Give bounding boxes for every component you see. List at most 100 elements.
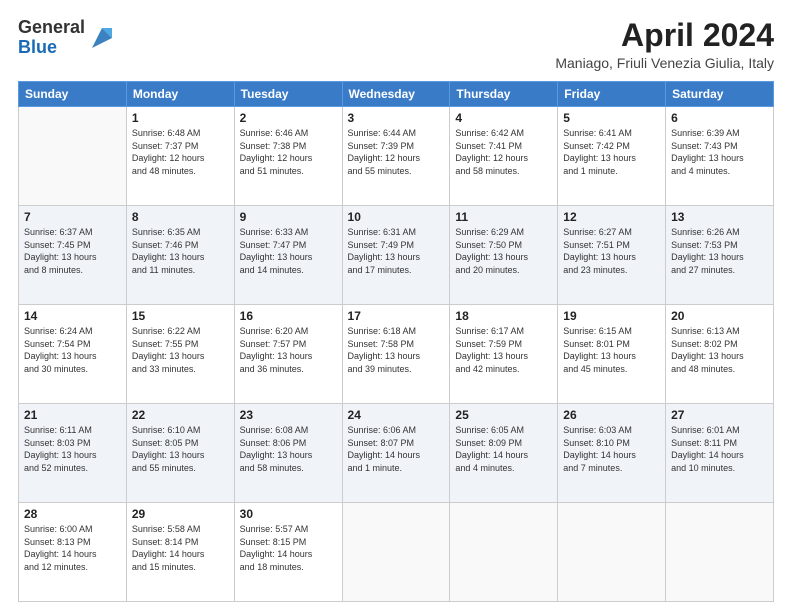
day-info: Sunrise: 6:06 AMSunset: 8:07 PMDaylight:… — [348, 424, 445, 474]
day-number: 30 — [240, 507, 337, 521]
day-number: 12 — [563, 210, 660, 224]
calendar-header-saturday: Saturday — [666, 82, 774, 107]
day-number: 15 — [132, 309, 229, 323]
day-info: Sunrise: 6:10 AMSunset: 8:05 PMDaylight:… — [132, 424, 229, 474]
calendar-day-cell — [19, 107, 127, 206]
day-number: 2 — [240, 111, 337, 125]
day-number: 13 — [671, 210, 768, 224]
day-info: Sunrise: 6:01 AMSunset: 8:11 PMDaylight:… — [671, 424, 768, 474]
logo: General Blue — [18, 18, 116, 58]
calendar-day-cell: 24 Sunrise: 6:06 AMSunset: 8:07 PMDayligh… — [342, 404, 450, 503]
day-info: Sunrise: 6:46 AMSunset: 7:38 PMDaylight:… — [240, 127, 337, 177]
day-info: Sunrise: 6:20 AMSunset: 7:57 PMDaylight:… — [240, 325, 337, 375]
calendar-day-cell: 4Sunrise: 6:42 AMSunset: 7:41 PMDaylight… — [450, 107, 558, 206]
location: Maniago, Friuli Venezia Giulia, Italy — [555, 55, 774, 71]
calendar-week-row: 1 Sunrise: 6:48 AMSunset: 7:37 PMDaylight… — [19, 107, 774, 206]
calendar-day-cell: 2 Sunrise: 6:46 AMSunset: 7:38 PMDaylight… — [234, 107, 342, 206]
calendar-day-cell: 18 Sunrise: 6:17 AMSunset: 7:59 PMDayligh… — [450, 305, 558, 404]
day-number: 28 — [24, 507, 121, 521]
month-title: April 2024 — [555, 18, 774, 53]
calendar-day-cell: 28 Sunrise: 6:00 AMSunset: 8:13 PMDayligh… — [19, 503, 127, 602]
calendar-week-row: 21 Sunrise: 6:11 AMSunset: 8:03 PMDayligh… — [19, 404, 774, 503]
calendar-day-cell: 26Sunrise: 6:03 AMSunset: 8:10 PMDayligh… — [558, 404, 666, 503]
calendar-day-cell: 20 Sunrise: 6:13 AMSunset: 8:02 PMDayligh… — [666, 305, 774, 404]
day-number: 10 — [348, 210, 445, 224]
day-info: Sunrise: 6:44 AMSunset: 7:39 PMDaylight:… — [348, 127, 445, 177]
day-number: 22 — [132, 408, 229, 422]
header: General Blue April 2024 Maniago, Friuli … — [18, 18, 774, 71]
calendar-day-cell: 27Sunrise: 6:01 AMSunset: 8:11 PMDayligh… — [666, 404, 774, 503]
day-number: 29 — [132, 507, 229, 521]
day-info: Sunrise: 6:24 AMSunset: 7:54 PMDaylight:… — [24, 325, 121, 375]
day-info: Sunrise: 6:00 AMSunset: 8:13 PMDaylight:… — [24, 523, 121, 573]
day-number: 5 — [563, 111, 660, 125]
day-info: Sunrise: 6:37 AMSunset: 7:45 PMDaylight:… — [24, 226, 121, 276]
calendar-day-cell: 5 Sunrise: 6:41 AMSunset: 7:42 PMDaylight… — [558, 107, 666, 206]
day-number: 6 — [671, 111, 768, 125]
calendar-day-cell: 14 Sunrise: 6:24 AMSunset: 7:54 PMDayligh… — [19, 305, 127, 404]
calendar-week-row: 28 Sunrise: 6:00 AMSunset: 8:13 PMDayligh… — [19, 503, 774, 602]
day-info: Sunrise: 5:58 AMSunset: 8:14 PMDaylight:… — [132, 523, 229, 573]
calendar-day-cell: 22 Sunrise: 6:10 AMSunset: 8:05 PMDayligh… — [126, 404, 234, 503]
day-info: Sunrise: 6:48 AMSunset: 7:37 PMDaylight:… — [132, 127, 229, 177]
calendar-header-tuesday: Tuesday — [234, 82, 342, 107]
day-number: 1 — [132, 111, 229, 125]
calendar-header-thursday: Thursday — [450, 82, 558, 107]
day-info: Sunrise: 6:03 AMSunset: 8:10 PMDaylight:… — [563, 424, 660, 474]
day-number: 20 — [671, 309, 768, 323]
day-number: 21 — [24, 408, 121, 422]
logo-icon — [88, 24, 116, 52]
calendar-day-cell: 3 Sunrise: 6:44 AMSunset: 7:39 PMDaylight… — [342, 107, 450, 206]
day-number: 11 — [455, 210, 552, 224]
day-info: Sunrise: 6:11 AMSunset: 8:03 PMDaylight:… — [24, 424, 121, 474]
calendar-day-cell — [450, 503, 558, 602]
calendar-day-cell: 9Sunrise: 6:33 AMSunset: 7:47 PMDaylight… — [234, 206, 342, 305]
calendar-header-monday: Monday — [126, 82, 234, 107]
calendar-header-friday: Friday — [558, 82, 666, 107]
day-info: Sunrise: 6:42 AMSunset: 7:41 PMDaylight:… — [455, 127, 552, 177]
calendar-day-cell: 12Sunrise: 6:27 AMSunset: 7:51 PMDayligh… — [558, 206, 666, 305]
day-info: Sunrise: 6:15 AMSunset: 8:01 PMDaylight:… — [563, 325, 660, 375]
day-number: 18 — [455, 309, 552, 323]
calendar-day-cell: 17Sunrise: 6:18 AMSunset: 7:58 PMDayligh… — [342, 305, 450, 404]
title-block: April 2024 Maniago, Friuli Venezia Giuli… — [555, 18, 774, 71]
logo-text: General Blue — [18, 18, 85, 58]
calendar-week-row: 7 Sunrise: 6:37 AMSunset: 7:45 PMDaylight… — [19, 206, 774, 305]
day-number: 25 — [455, 408, 552, 422]
day-info: Sunrise: 6:05 AMSunset: 8:09 PMDaylight:… — [455, 424, 552, 474]
day-info: Sunrise: 6:35 AMSunset: 7:46 PMDaylight:… — [132, 226, 229, 276]
calendar-header-sunday: Sunday — [19, 82, 127, 107]
day-info: Sunrise: 6:17 AMSunset: 7:59 PMDaylight:… — [455, 325, 552, 375]
calendar-day-cell: 7 Sunrise: 6:37 AMSunset: 7:45 PMDaylight… — [19, 206, 127, 305]
day-number: 7 — [24, 210, 121, 224]
logo-blue: Blue — [18, 38, 85, 58]
calendar-week-row: 14 Sunrise: 6:24 AMSunset: 7:54 PMDayligh… — [19, 305, 774, 404]
day-info: Sunrise: 6:08 AMSunset: 8:06 PMDaylight:… — [240, 424, 337, 474]
calendar-day-cell: 10Sunrise: 6:31 AMSunset: 7:49 PMDayligh… — [342, 206, 450, 305]
day-info: Sunrise: 5:57 AMSunset: 8:15 PMDaylight:… — [240, 523, 337, 573]
day-info: Sunrise: 6:41 AMSunset: 7:42 PMDaylight:… — [563, 127, 660, 177]
day-number: 14 — [24, 309, 121, 323]
page: General Blue April 2024 Maniago, Friuli … — [0, 0, 792, 612]
calendar-day-cell: 1 Sunrise: 6:48 AMSunset: 7:37 PMDaylight… — [126, 107, 234, 206]
calendar-day-cell: 11Sunrise: 6:29 AMSunset: 7:50 PMDayligh… — [450, 206, 558, 305]
day-number: 3 — [348, 111, 445, 125]
day-info: Sunrise: 6:26 AMSunset: 7:53 PMDaylight:… — [671, 226, 768, 276]
calendar-day-cell — [342, 503, 450, 602]
calendar-header-wednesday: Wednesday — [342, 82, 450, 107]
day-number: 24 — [348, 408, 445, 422]
calendar-day-cell: 30 Sunrise: 5:57 AMSunset: 8:15 PMDayligh… — [234, 503, 342, 602]
calendar-day-cell: 16Sunrise: 6:20 AMSunset: 7:57 PMDayligh… — [234, 305, 342, 404]
day-number: 9 — [240, 210, 337, 224]
calendar-header-row: SundayMondayTuesdayWednesdayThursdayFrid… — [19, 82, 774, 107]
calendar-day-cell: 29 Sunrise: 5:58 AMSunset: 8:14 PMDayligh… — [126, 503, 234, 602]
calendar-day-cell — [558, 503, 666, 602]
day-info: Sunrise: 6:18 AMSunset: 7:58 PMDaylight:… — [348, 325, 445, 375]
calendar-day-cell: 8Sunrise: 6:35 AMSunset: 7:46 PMDaylight… — [126, 206, 234, 305]
calendar-day-cell: 21 Sunrise: 6:11 AMSunset: 8:03 PMDayligh… — [19, 404, 127, 503]
logo-general: General — [18, 18, 85, 38]
calendar-day-cell: 23Sunrise: 6:08 AMSunset: 8:06 PMDayligh… — [234, 404, 342, 503]
day-info: Sunrise: 6:13 AMSunset: 8:02 PMDaylight:… — [671, 325, 768, 375]
calendar-day-cell: 6 Sunrise: 6:39 AMSunset: 7:43 PMDaylight… — [666, 107, 774, 206]
day-info: Sunrise: 6:39 AMSunset: 7:43 PMDaylight:… — [671, 127, 768, 177]
